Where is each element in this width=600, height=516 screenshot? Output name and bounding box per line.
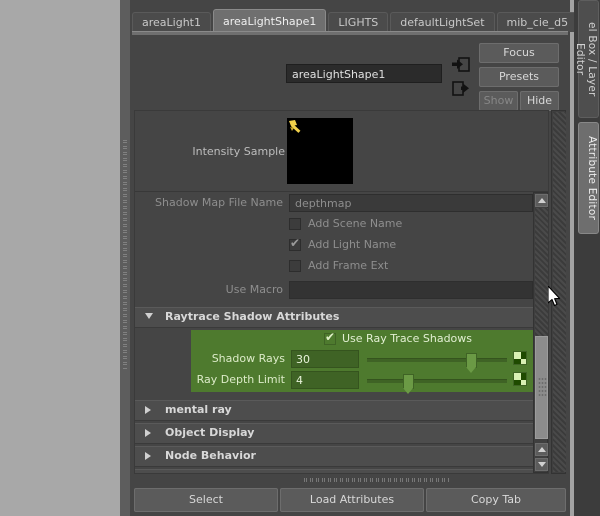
add-scene-name-row: Add Scene Name [135, 215, 533, 235]
load-attributes-button[interactable]: Load Attributes [280, 488, 424, 512]
use-macro-input[interactable] [289, 281, 533, 299]
light-ray-icon [287, 118, 305, 136]
depthmap-attributes-scroll: Shadow Map File Name depthmap Add Scene … [135, 192, 533, 473]
chevron-right-icon [145, 429, 151, 437]
horizontal-splitter-grip[interactable] [304, 478, 449, 482]
add-scene-name-checkbox[interactable] [289, 218, 301, 230]
raytrace-highlight-panel: Use Ray Trace Shadows Shadow Rays 30 Ray… [191, 330, 533, 394]
add-frame-ext-row: Add Frame Ext [135, 257, 533, 277]
add-light-name-label: Add Light Name [308, 238, 397, 251]
shadow-rays-label: Shadow Rays [211, 352, 285, 365]
section-raytrace-title: Raytrace Shadow Attributes [165, 310, 340, 323]
inner-scroll-up-arrow-bottom[interactable] [535, 443, 548, 456]
use-ray-trace-shadows-label: Use Ray Trace Shadows [342, 332, 473, 345]
ray-depth-limit-input[interactable]: 4 [291, 371, 359, 389]
intensity-sample-block: Intensity Sample [135, 111, 548, 192]
use-macro-label: Use Macro [225, 283, 283, 296]
tab-defaultlightset[interactable]: defaultLightSet [390, 12, 495, 32]
copy-tab-button[interactable]: Copy Tab [426, 488, 566, 512]
maya-attribute-editor-window: areaLight1 areaLightShape1 LIGHTS defaul… [0, 0, 600, 516]
arrow-into-box-icon[interactable] [452, 57, 470, 72]
section-extra-attributes-title: Extra Attributes [165, 472, 265, 473]
shadow-rays-input[interactable]: 30 [291, 350, 359, 368]
presets-button[interactable]: Presets [479, 67, 559, 87]
inner-scrollbar[interactable] [533, 192, 548, 473]
intensity-sample-swatch[interactable] [287, 118, 353, 184]
node-tab-bar: areaLight1 areaLightShape1 LIGHTS defaul… [132, 8, 579, 32]
add-light-name-row: Add Light Name [135, 236, 533, 256]
chevron-right-icon [145, 406, 151, 414]
node-name-input[interactable]: areaLightShape1 [286, 64, 442, 83]
shadow-rays-slider[interactable] [367, 353, 507, 373]
show-button[interactable]: Show [479, 91, 518, 111]
ray-depth-limit-row: Ray Depth Limit 4 [191, 371, 533, 394]
arrow-out-of-box-icon[interactable] [452, 81, 470, 96]
tab-mib-cie-d5[interactable]: mib_cie_d5 [496, 12, 579, 32]
section-node-behavior[interactable]: Node Behavior [135, 446, 533, 467]
use-macro-row: Use Macro [135, 281, 533, 301]
tab-underline [132, 31, 568, 35]
chevron-right-icon [145, 452, 151, 460]
inner-scroll-thumb[interactable] [535, 336, 548, 439]
scroll-thumb-grip [538, 377, 547, 397]
ray-depth-limit-map-button[interactable] [513, 372, 527, 386]
add-frame-ext-checkbox[interactable] [289, 260, 301, 272]
ray-depth-limit-slider[interactable] [367, 374, 507, 394]
add-frame-ext-label: Add Frame Ext [308, 259, 389, 272]
inner-scroll-up-arrow[interactable] [535, 194, 548, 207]
inner-scroll-down-arrow[interactable] [535, 458, 548, 471]
section-object-display-title: Object Display [165, 426, 255, 439]
raytrace-shadow-group: Use Ray Trace Shadows Shadow Rays 30 Ray… [135, 330, 533, 394]
triangle-up-icon [538, 198, 546, 203]
focus-button[interactable]: Focus [479, 43, 559, 63]
splitter-grip[interactable] [123, 140, 127, 370]
add-light-name-checkbox[interactable] [289, 236, 301, 251]
triangle-up-icon [538, 447, 546, 452]
section-mental-ray-title: mental ray [165, 403, 232, 416]
right-dock-tabs: el Box / Layer Editor Attribute Editor [574, 0, 600, 516]
dock-tab-attribute-editor[interactable]: Attribute Editor [578, 122, 599, 234]
vertical-splitter[interactable] [120, 0, 130, 516]
footer-button-bar: Select Load Attributes Copy Tab [130, 484, 570, 516]
panel-scrollbar[interactable] [551, 110, 566, 474]
shadow-map-file-name-row: Shadow Map File Name depthmap [135, 194, 533, 214]
section-mental-ray[interactable]: mental ray [135, 400, 533, 421]
add-scene-name-label: Add Scene Name [308, 217, 403, 230]
shadow-rays-row: Shadow Rays 30 [191, 350, 533, 373]
tab-arealightshape1[interactable]: areaLightShape1 [212, 9, 327, 32]
hide-button[interactable]: Hide [520, 91, 559, 111]
triangle-down-icon [538, 462, 546, 467]
section-node-behavior-title: Node Behavior [165, 449, 256, 462]
shadow-rays-map-button[interactable] [513, 351, 527, 365]
select-button[interactable]: Select [134, 488, 278, 512]
attribute-body: Intensity Sample Shadow Map File Name de… [134, 110, 549, 474]
dock-tab-channel-box-layer-editor[interactable]: el Box / Layer Editor [574, 0, 599, 118]
shadow-rays-slider-handle[interactable] [466, 353, 477, 373]
node-header: areaLight: areaLightShape1 Focus Presets… [134, 40, 566, 111]
section-extra-attributes[interactable]: Extra Attributes [135, 469, 533, 473]
tab-arealight1[interactable]: areaLight1 [132, 12, 211, 32]
shadow-map-file-name-label: Shadow Map File Name [155, 196, 283, 209]
attribute-editor-panel: areaLight1 areaLightShape1 LIGHTS defaul… [130, 0, 579, 516]
use-ray-trace-shadows-checkbox[interactable] [324, 330, 336, 345]
section-object-display[interactable]: Object Display [135, 423, 533, 444]
intensity-sample-label: Intensity Sample [192, 145, 285, 158]
ray-depth-limit-slider-handle[interactable] [403, 374, 414, 394]
ray-depth-limit-label: Ray Depth Limit [196, 373, 285, 386]
shadow-map-file-name-input[interactable]: depthmap [289, 194, 533, 212]
tab-lights[interactable]: LIGHTS [328, 12, 389, 32]
use-ray-trace-shadows-row: Use Ray Trace Shadows [191, 330, 533, 349]
viewport-area [0, 0, 120, 516]
panel-scroll-track[interactable] [553, 112, 566, 472]
section-raytrace-shadow-attributes[interactable]: Raytrace Shadow Attributes [135, 307, 533, 328]
chevron-down-icon [145, 313, 153, 319]
